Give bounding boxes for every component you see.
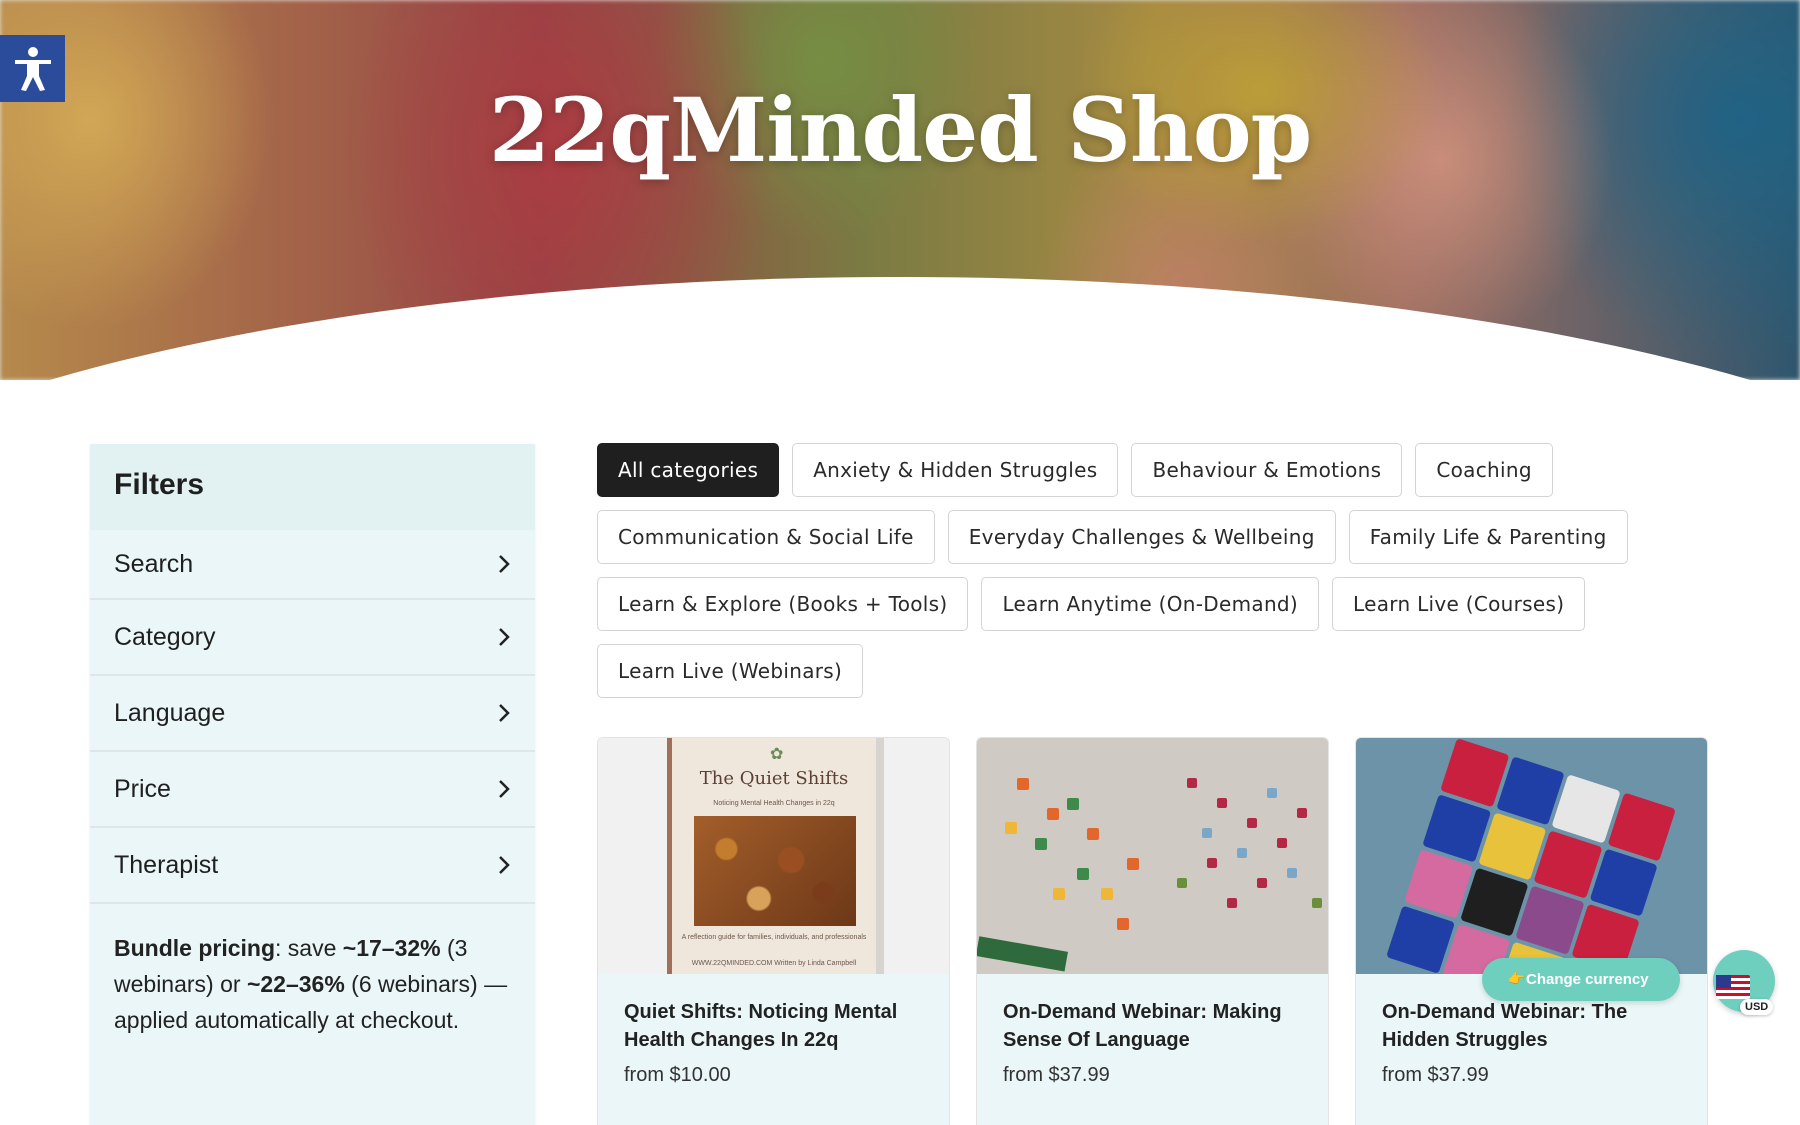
category-pill[interactable]: Learn & Explore (Books + Tools): [597, 577, 969, 631]
page-title: 22qMinded Shop: [488, 78, 1312, 182]
product-title[interactable]: Quiet Shifts: Noticing Mental Health Cha…: [624, 998, 923, 1054]
book-cover-subtitle: Noticing Mental Health Changes in 22q: [713, 800, 835, 807]
filter-language[interactable]: Language: [90, 676, 535, 752]
product-card[interactable]: ✿ The Quiet Shifts Noticing Mental Healt…: [597, 737, 950, 1125]
book-cover: ✿ The Quiet Shifts Noticing Mental Healt…: [667, 738, 884, 974]
filter-therapist[interactable]: Therapist: [90, 828, 535, 904]
product-price: from $37.99: [1382, 1064, 1489, 1086]
book-cover-photo: [694, 816, 856, 926]
accessibility-button[interactable]: [0, 35, 65, 102]
change-currency-button[interactable]: 👉 Change currency: [1482, 958, 1680, 1001]
product-price: from $10.00: [624, 1064, 731, 1086]
product-title[interactable]: On-Demand Webinar: The Hidden Struggles: [1382, 998, 1681, 1054]
chevron-right-icon: [499, 856, 510, 874]
category-pill[interactable]: Anxiety & Hidden Struggles: [792, 443, 1119, 497]
product-image: [1356, 738, 1707, 974]
category-pill[interactable]: Learn Anytime (On-Demand): [981, 577, 1320, 631]
book-cover-footer: WWW.22QMINDED.COM Written by Linda Campb…: [691, 960, 857, 967]
product-image: ✿ The Quiet Shifts Noticing Mental Healt…: [598, 738, 949, 974]
chevron-right-icon: [499, 704, 510, 722]
puzzle-cube-image: [1386, 738, 1676, 974]
hand-pointer-icon: 👉: [1508, 970, 1526, 986]
filter-label: Language: [114, 698, 226, 727]
category-pill-all[interactable]: All categories: [597, 443, 780, 497]
category-pill[interactable]: Coaching: [1415, 443, 1553, 497]
filter-label: Category: [114, 622, 216, 651]
chevron-right-icon: [499, 555, 510, 573]
category-pill[interactable]: Communication & Social Life: [597, 510, 935, 564]
filters-panel: Filters Search Category Language Price T…: [90, 444, 535, 1125]
product-image: [977, 738, 1328, 974]
category-pill[interactable]: Behaviour & Emotions: [1131, 443, 1403, 497]
book-cover-tagline: A reflection guide for families, individ…: [681, 934, 867, 941]
filter-label: Price: [114, 774, 171, 803]
currency-code-badge: USD: [1740, 999, 1774, 1015]
bundle-pricing-note: Bundle pricing: save ~17–32% (3 webinars…: [114, 935, 508, 1033]
category-pill[interactable]: Family Life & Parenting: [1348, 510, 1628, 564]
filter-label: Therapist: [114, 850, 219, 879]
product-title[interactable]: On-Demand Webinar: Making Sense Of Langu…: [1003, 998, 1302, 1054]
book-cover-title: The Quiet Shifts: [699, 768, 849, 789]
category-pill[interactable]: Learn Live (Courses): [1332, 577, 1586, 631]
chevron-right-icon: [499, 780, 510, 798]
product-card[interactable]: On-Demand Webinar: The Hidden Struggles …: [1355, 737, 1708, 1125]
filters-heading: Filters: [90, 444, 535, 530]
filter-category[interactable]: Category: [90, 600, 535, 676]
category-pill[interactable]: Learn Live (Webinars): [597, 644, 864, 698]
category-pills: All categories Anxiety & Hidden Struggle…: [597, 443, 1727, 698]
leaf-icon: ✿: [770, 746, 784, 763]
product-price: from $37.99: [1003, 1064, 1110, 1086]
accessibility-icon: [14, 46, 51, 91]
change-currency-label: Change currency: [1526, 971, 1649, 988]
us-flag-icon: [1716, 975, 1750, 999]
hero-banner: 22qMinded Shop: [0, 0, 1800, 380]
filter-label: Search: [114, 549, 194, 578]
filter-price[interactable]: Price: [90, 752, 535, 828]
chevron-right-icon: [499, 628, 510, 646]
category-pill[interactable]: Everyday Challenges & Wellbeing: [947, 510, 1336, 564]
product-card[interactable]: On-Demand Webinar: Making Sense Of Langu…: [976, 737, 1329, 1125]
puzzle-pieces-image: [977, 778, 1322, 972]
filter-search[interactable]: Search: [90, 530, 535, 600]
